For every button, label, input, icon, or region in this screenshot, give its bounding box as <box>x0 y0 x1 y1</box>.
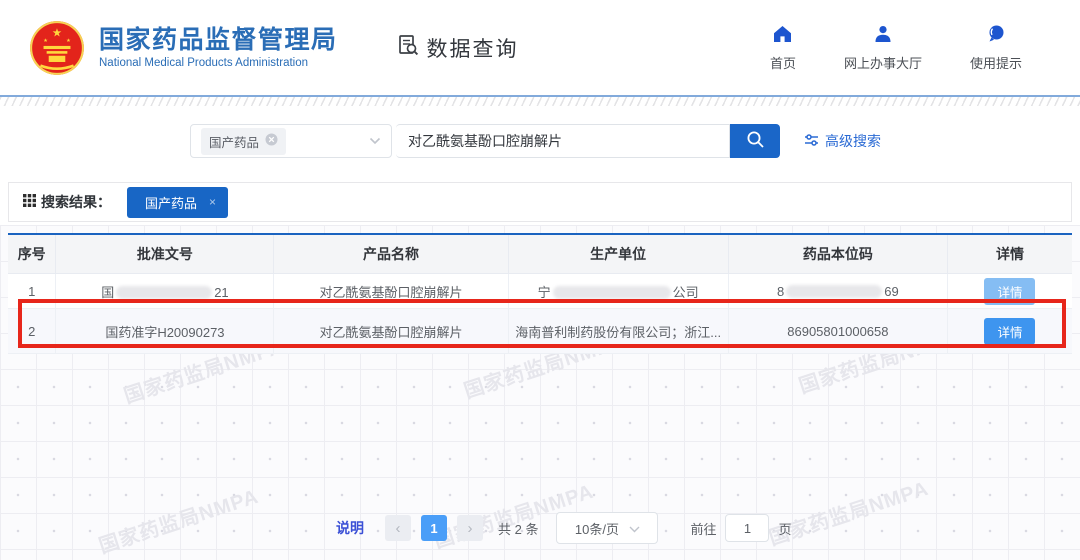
watermark: 国家药监局NMPA <box>95 480 262 559</box>
cell-approval-number: 国药准字H20090273 <box>56 309 274 354</box>
redaction-blur <box>553 286 671 299</box>
nmpa-data-query-page: ★ ★ ★ 国家药品监督管理局 National Medical Product… <box>0 0 1080 560</box>
cell-detail: 详情 <box>947 274 1072 309</box>
filter-tag-close-icon[interactable]: × <box>209 195 216 209</box>
next-page-button[interactable]: › <box>457 515 483 541</box>
note-link[interactable]: 说明 <box>336 518 364 538</box>
search-zone: 国产药品 <box>190 124 881 158</box>
approval-prefix: 国 <box>101 285 114 300</box>
cell-manufacturer: 海南普利制药股份有限公司；浙江... <box>508 309 728 354</box>
detail-button[interactable]: 详情 <box>984 318 1035 345</box>
nav-item-tips[interactable]: 使用提示 <box>970 24 1022 72</box>
org-title-block: 国家药品监督管理局 National Medical Products Admi… <box>99 26 338 70</box>
page-unit-label: 页 <box>778 519 791 538</box>
chevron-down-icon <box>629 521 640 536</box>
cell-product-name: 对乙酰氨基酚口腔崩解片 <box>274 274 508 309</box>
redaction-blur <box>116 286 212 299</box>
cell-index: 1 <box>8 274 56 309</box>
category-tag-label: 国产药品 <box>209 132 259 151</box>
org-name-en: National Medical Products Administration <box>99 57 338 69</box>
current-page-button[interactable]: 1 <box>421 515 447 541</box>
active-filter-tag[interactable]: 国产药品 × <box>127 187 228 218</box>
cell-drug-code: 8 69 <box>728 274 947 309</box>
cell-detail: 详情 <box>947 309 1072 354</box>
total-count-label: 共 2 条 <box>498 519 538 538</box>
cell-product-name: 对乙酰氨基酚口腔崩解片 <box>274 309 508 354</box>
nmpa-emblem-logo: ★ ★ ★ <box>28 19 86 77</box>
goto-label: 前往 <box>690 519 716 538</box>
filter-tag-label: 国产药品 <box>145 193 197 212</box>
redaction-blur <box>786 285 882 298</box>
page-title: 数据查询 <box>396 33 519 63</box>
table-header-row: 序号 批准文号 产品名称 生产单位 药品本位码 详情 <box>8 234 1072 274</box>
nav-item-service-hall[interactable]: 网上办事大厅 <box>844 24 922 72</box>
detail-button[interactable]: 详情 <box>984 278 1035 305</box>
org-name-cn: 国家药品监督管理局 <box>99 26 338 55</box>
search-icon <box>746 130 765 152</box>
grid-icon <box>23 194 36 210</box>
approval-suffix: 21 <box>214 285 228 300</box>
results-label-text: 搜索结果： <box>41 192 111 212</box>
goto-page-group: 前往 页 <box>690 514 791 542</box>
col-approval-number: 批准文号 <box>56 234 274 274</box>
hatch-stripe-divider <box>0 97 1080 106</box>
header: ★ ★ ★ 国家药品监督管理局 National Medical Product… <box>0 0 1080 95</box>
svg-text:★: ★ <box>43 37 48 43</box>
svg-text:★: ★ <box>52 27 62 39</box>
home-icon <box>772 24 793 47</box>
cell-drug-code: 86905801000658 <box>728 309 947 354</box>
cell-approval-number: 国 21 <box>56 274 274 309</box>
user-icon <box>873 24 893 47</box>
col-drug-code: 药品本位码 <box>728 234 947 274</box>
search-button[interactable] <box>730 124 780 158</box>
tag-close-circle-icon[interactable] <box>265 133 278 149</box>
bulb-icon <box>986 24 1006 47</box>
page-size-select[interactable]: 10条/页 <box>556 512 658 544</box>
cell-manufacturer: 宁 公司 <box>508 274 728 309</box>
code-prefix: 8 <box>777 284 784 299</box>
data-query-icon <box>396 33 420 62</box>
col-detail: 详情 <box>947 234 1072 274</box>
col-product-name: 产品名称 <box>274 234 508 274</box>
col-index: 序号 <box>8 234 56 274</box>
page-title-text: 数据查询 <box>427 33 519 63</box>
page-size-value: 10条/页 <box>575 519 619 538</box>
nav-item-label: 使用提示 <box>970 53 1022 72</box>
pagination: 说明 ‹ 1 › 共 2 条 10条/页 前往 页 <box>336 512 792 544</box>
code-suffix: 69 <box>884 284 898 299</box>
nav-item-home[interactable]: 首页 <box>770 24 796 72</box>
search-input[interactable] <box>396 124 730 158</box>
results-bar: 搜索结果： 国产药品 × <box>8 182 1072 222</box>
nav-item-label: 首页 <box>770 53 796 72</box>
prev-page-button[interactable]: ‹ <box>385 515 411 541</box>
goto-page-input[interactable] <box>725 514 769 542</box>
table-row-highlighted: 2 国药准字H20090273 对乙酰氨基酚口腔崩解片 海南普利制药股份有限公司… <box>8 309 1072 354</box>
sliders-icon <box>804 133 819 150</box>
col-manufacturer: 生产单位 <box>508 234 728 274</box>
advanced-search-label: 高级搜索 <box>825 131 881 151</box>
table-row: 1 国 21 对乙酰氨基酚口腔崩解片 宁 公司 8 69 详情 <box>8 274 1072 309</box>
chevron-down-icon <box>369 132 381 150</box>
manufacturer-suffix: 公司 <box>673 285 699 300</box>
nav-item-label: 网上办事大厅 <box>844 53 922 72</box>
results-table: 序号 批准文号 产品名称 生产单位 药品本位码 详情 1 国 21 对乙酰氨基酚口… <box>8 233 1072 354</box>
cell-index: 2 <box>8 309 56 354</box>
header-nav: 首页 网上办事大厅 使 <box>770 24 1022 72</box>
results-label: 搜索结果： <box>23 192 111 212</box>
svg-text:★: ★ <box>66 37 71 43</box>
category-select[interactable]: 国产药品 <box>190 124 392 158</box>
advanced-search-link[interactable]: 高级搜索 <box>804 131 881 151</box>
category-tag[interactable]: 国产药品 <box>201 128 286 155</box>
manufacturer-prefix: 宁 <box>538 285 551 300</box>
